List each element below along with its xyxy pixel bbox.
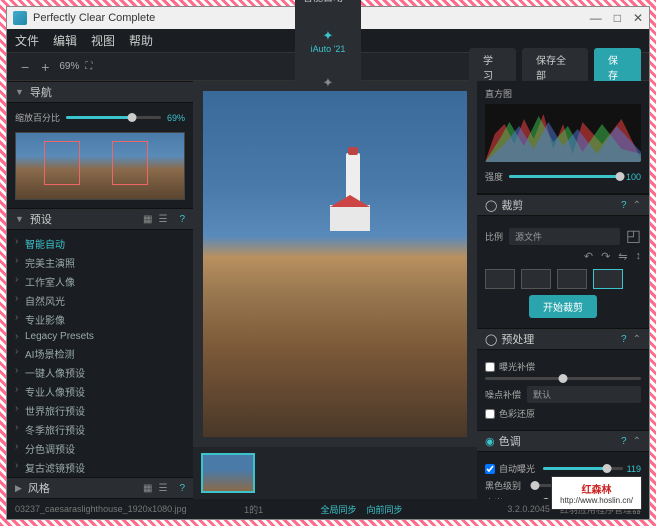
preset-dropdown[interactable]: 智能自动 (295, 0, 361, 7)
preset-item[interactable]: 专业影像 (7, 310, 193, 329)
preprocess-panel-header[interactable]: ◯预处理 ?⌃ (477, 328, 649, 350)
app-icon (13, 11, 27, 25)
menu-help[interactable]: 帮助 (129, 32, 153, 49)
nav-panel-header[interactable]: ▼ 导航 (7, 81, 193, 103)
sync-global[interactable]: 全局同步 (321, 503, 357, 516)
list-view-icon[interactable]: ☰ (158, 214, 167, 225)
menu-file[interactable]: 文件 (15, 32, 39, 49)
grid-view-icon[interactable]: ▦ (143, 214, 152, 225)
grid-option-4[interactable] (593, 269, 623, 289)
histogram-label: 直方图 (485, 87, 641, 100)
preset-item[interactable]: 复古滤镜预设 (7, 458, 193, 477)
close-button[interactable]: ✕ (633, 11, 643, 25)
learn-button[interactable]: 学习 (469, 48, 516, 86)
mode-iauto21[interactable]: ✦iAuto '21 (311, 29, 346, 54)
flip-h-icon[interactable]: ⇋ (618, 250, 627, 263)
grid-option-1[interactable] (485, 269, 515, 289)
tone-panel-header[interactable]: ◉色调 ?⌃ (477, 430, 649, 452)
preset-item[interactable]: 一键人像预设 (7, 363, 193, 382)
chevron-up-icon[interactable]: ⌃ (633, 200, 641, 211)
preset-item[interactable]: Legacy Presets (7, 329, 193, 344)
grid-option-3[interactable] (557, 269, 587, 289)
rotate-ccw-icon[interactable]: ↶ (584, 250, 593, 263)
save-button[interactable]: 保存 (594, 48, 641, 86)
crop-icon[interactable]: ◰ (626, 226, 641, 246)
save-all-button[interactable]: 保存全部 (522, 48, 588, 86)
intensity-slider[interactable] (509, 175, 620, 178)
scale-slider[interactable] (66, 116, 161, 119)
intensity-label: 强度 (485, 170, 503, 183)
scale-value: 69% (167, 113, 185, 123)
preset-item[interactable]: 冬季旅行预设 (7, 420, 193, 439)
help-icon[interactable]: ? (179, 483, 185, 494)
scale-label: 缩放百分比 (15, 111, 60, 124)
grid-view-icon[interactable]: ▦ (143, 483, 152, 494)
maximize-button[interactable]: □ (614, 11, 621, 25)
auto-exposure-check[interactable] (485, 464, 495, 474)
thumbnail[interactable] (201, 453, 255, 493)
chevron-right-icon: ▶ (15, 483, 22, 494)
menu-view[interactable]: 视图 (91, 32, 115, 49)
exposure-check[interactable] (485, 362, 495, 372)
preset-item[interactable]: 工作室人像 (7, 272, 193, 291)
status-page: 1的1 (244, 503, 263, 516)
crop-panel-header[interactable]: ◯裁剪 ?⌃ (477, 194, 649, 216)
help-icon[interactable]: ? (621, 436, 627, 447)
preset-item[interactable]: 世界旅行预设 (7, 401, 193, 420)
chevron-down-icon: ▼ (15, 87, 24, 97)
zoom-out-button[interactable]: − (15, 59, 35, 75)
preset-item[interactable]: 自然风光 (7, 291, 193, 310)
preset-item[interactable]: 分色调预设 (7, 439, 193, 458)
zoom-in-button[interactable]: + (35, 59, 55, 75)
intensity-value: 100 (626, 172, 641, 182)
toolbar: − + 69% ⛶ 智能自动 ✦iAuto '21 ✦iAuto Asia ▭S… (7, 53, 649, 81)
presets-panel-header[interactable]: ▼ 预设 ▦ ☰ ? (7, 208, 193, 230)
style-panel-header[interactable]: ▶ 风格 ▦ ☰ ? (7, 477, 193, 499)
preset-item[interactable]: 专业人像预设 (7, 382, 193, 401)
exposure-slider[interactable] (485, 377, 641, 380)
preset-item[interactable]: AI场景检测 (7, 344, 193, 363)
main-image-viewport[interactable] (203, 91, 467, 437)
preset-item[interactable]: 智能自动 (7, 234, 193, 253)
app-title: Perfectly Clear Complete (33, 12, 155, 24)
watermark: 红森林 http://www.hoslin.cn/ (551, 476, 642, 510)
auto-exposure-slider[interactable] (543, 467, 623, 470)
chevron-up-icon[interactable]: ⌃ (633, 334, 641, 345)
chevron-down-icon: ▼ (15, 214, 24, 224)
help-icon[interactable]: ? (179, 214, 185, 225)
expand-icon[interactable]: ⛶ (79, 61, 98, 72)
image-content (346, 153, 360, 201)
image-content (330, 205, 370, 231)
flip-v-icon[interactable]: ↕ (636, 250, 642, 263)
help-icon[interactable]: ? (621, 200, 627, 211)
sync-forward[interactable]: 向前同步 (367, 503, 403, 516)
zoom-value[interactable]: 69% (59, 61, 79, 72)
list-view-icon[interactable]: ☰ (158, 483, 167, 494)
start-crop-button[interactable]: 开始裁剪 (529, 295, 597, 318)
rotate-cw-icon[interactable]: ↷ (601, 250, 610, 263)
histogram (485, 104, 641, 162)
help-icon[interactable]: ? (621, 334, 627, 345)
noise-select[interactable]: 默认 (527, 386, 641, 403)
grid-option-2[interactable] (521, 269, 551, 289)
preset-list: 智能自动完美主演照工作室人像自然风光专业影像Legacy PresetsAI场景… (7, 230, 193, 477)
preset-item[interactable]: 完美主演照 (7, 253, 193, 272)
minimize-button[interactable]: — (590, 11, 602, 25)
navigator-thumbnail[interactable] (15, 132, 185, 200)
filmstrip (193, 447, 477, 499)
ratio-select[interactable]: 源文件 (509, 228, 620, 245)
color-restore-check[interactable] (485, 409, 495, 419)
status-filename: 03237_caesaraslighthouse_1920x1080.jpg (15, 504, 187, 514)
menu-edit[interactable]: 编辑 (53, 32, 77, 49)
status-version: 3.2.0.2045 (507, 504, 550, 514)
chevron-up-icon[interactable]: ⌃ (633, 436, 641, 447)
